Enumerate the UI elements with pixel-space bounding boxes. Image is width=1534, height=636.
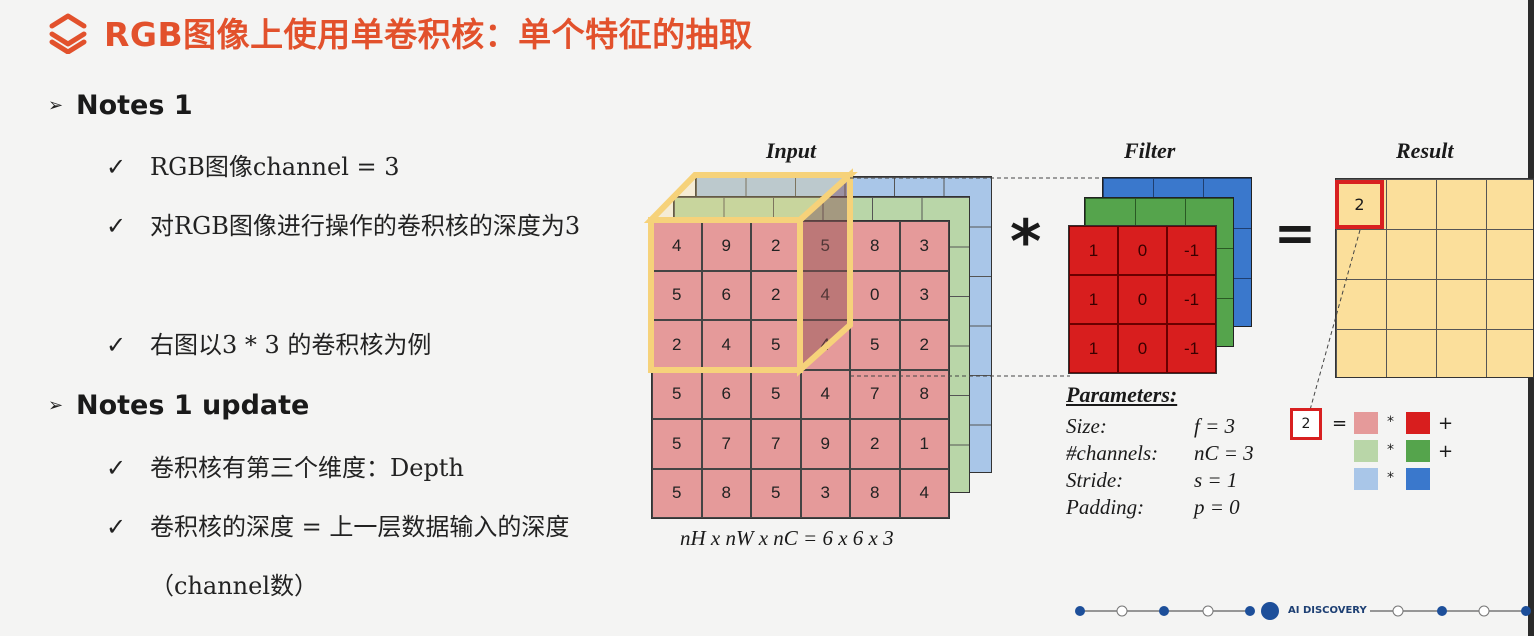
parameter-key: Padding: — [1066, 495, 1145, 519]
legend-star: * — [1387, 470, 1394, 486]
input-cell: 5 — [751, 468, 801, 518]
parameter-row: Padding: p = 0 — [1066, 495, 1254, 522]
parameter-value: p = 0 — [1194, 495, 1240, 519]
legend-plus: + — [1438, 441, 1454, 462]
parameter-key: Stride: — [1066, 468, 1124, 492]
note-item-text: 卷积核有第三个维度：Depth — [150, 454, 464, 482]
legend-red-input — [1354, 412, 1378, 434]
filter-cell: 1 — [1069, 275, 1118, 324]
note-heading-text: Notes 1 — [76, 90, 193, 121]
input-cell: 5 — [652, 468, 702, 518]
input-cell: 3 — [800, 468, 850, 518]
progress-dot — [1521, 606, 1531, 616]
progress-dot — [1478, 605, 1490, 617]
input-label: Input — [766, 138, 817, 163]
layers-logo-icon — [49, 13, 87, 54]
filter-label: Filter — [1124, 138, 1176, 163]
arrow-bullet-icon: ➢ — [48, 95, 64, 116]
note-item-text: RGB图像channel = 3 — [150, 153, 400, 181]
note-item: ✓ 卷积核的深度 = 上一层数据输入的深度（channel数） — [106, 498, 620, 616]
check-icon: ✓ — [106, 454, 127, 482]
brand-text: AI DISCOVERY — [1288, 605, 1367, 616]
legend-star: * — [1387, 442, 1394, 458]
input-cell: 7 — [701, 419, 751, 469]
filter-cell: -1 — [1167, 275, 1216, 324]
parameters-box: Parameters: Size: f = 3 #channels: nC = 3 … — [1066, 382, 1254, 522]
receptive-field-cube — [643, 168, 858, 377]
filter-red-channel: 1 0 -1 1 0 -1 1 0 -1 — [1068, 225, 1217, 374]
input-cell: 9 — [800, 419, 850, 469]
progress-dot — [1075, 606, 1085, 616]
note-item-text: 卷积核的深度 = 上一层数据输入的深度（channel数） — [150, 513, 570, 600]
legend-red-filter — [1406, 412, 1430, 434]
legend-star: * — [1387, 414, 1394, 430]
brand-logo-icon — [1261, 602, 1279, 620]
progress-dot — [1245, 606, 1255, 616]
note-item: ✓ 对RGB图像进行操作的卷积核的深度为3 — [106, 197, 620, 256]
convolution-operator: * — [1010, 207, 1042, 277]
note-item-text: 对RGB图像进行操作的卷积核的深度为3 — [150, 212, 581, 240]
result-first-value: 2 — [1354, 195, 1365, 214]
legend-plus: + — [1438, 413, 1454, 434]
note-item: ✓ RGB图像channel = 3 — [106, 138, 620, 197]
filter-cell: 1 — [1069, 226, 1118, 275]
legend-value: 2 — [1301, 416, 1311, 432]
note-heading: ➢ Notes 1 — [48, 90, 193, 121]
input-cell: 4 — [899, 468, 949, 518]
sum-legend: 2 = * + * + * — [1290, 408, 1490, 498]
legend-green-input — [1354, 440, 1378, 462]
progress-dot — [1202, 605, 1214, 617]
page-title: RGB图像上使用单卷积核：单个特征的抽取 — [104, 15, 753, 54]
legend-blue-input — [1354, 468, 1378, 490]
result-callout-line — [1309, 229, 1361, 411]
filter-cell: -1 — [1167, 226, 1216, 275]
parameter-value: nC = 3 — [1194, 441, 1254, 465]
parameter-value: s = 1 — [1194, 468, 1238, 492]
filter-cell: 0 — [1118, 275, 1167, 324]
input-cell: 5 — [652, 419, 702, 469]
check-icon: ✓ — [106, 513, 127, 541]
filter-cell: 1 — [1069, 324, 1118, 373]
parameter-value: f = 3 — [1194, 414, 1236, 438]
input-cell: 2 — [850, 419, 900, 469]
title-bar: RGB图像上使用单卷积核：单个特征的抽取 — [46, 8, 753, 56]
note-item-text: 右图以3 * 3 的卷积核为例 — [150, 331, 432, 359]
legend-blue-filter — [1406, 468, 1430, 490]
progress-dot — [1159, 606, 1169, 616]
progress-nav: AI DISCOVERY — [1070, 598, 1534, 626]
filter-cell: 0 — [1118, 226, 1167, 275]
filter-cell: 0 — [1118, 324, 1167, 373]
result-label: Result — [1396, 138, 1454, 163]
check-icon: ✓ — [106, 331, 127, 359]
input-cell: 8 — [701, 468, 751, 518]
parameter-key: Size: — [1066, 414, 1107, 438]
input-dimensions: nH x nW x nC = 6 x 6 x 3 — [680, 526, 894, 550]
note-heading-text: Notes 1 update — [76, 390, 310, 421]
parameter-row: Size: f = 3 — [1066, 414, 1254, 441]
legend-green-filter — [1406, 440, 1430, 462]
note-item: ✓ 卷积核有第三个维度：Depth — [106, 439, 620, 498]
legend-value-box: 2 — [1290, 408, 1322, 440]
progress-dot — [1392, 605, 1404, 617]
input-cell: 8 — [850, 468, 900, 518]
parameter-row: Stride: s = 1 — [1066, 468, 1254, 495]
note-item: ✓ 右图以3 * 3 的卷积核为例 — [106, 316, 620, 375]
check-icon: ✓ — [106, 153, 127, 181]
parameter-row: #channels: nC = 3 — [1066, 441, 1254, 468]
parameters-title: Parameters: — [1066, 382, 1178, 407]
input-cell: 7 — [751, 419, 801, 469]
arrow-bullet-icon: ➢ — [48, 395, 64, 416]
result-first-cell: 2 — [1335, 180, 1384, 229]
progress-dot — [1116, 605, 1128, 617]
input-cell: 1 — [899, 419, 949, 469]
legend-equals: = — [1332, 413, 1348, 434]
note-heading: ➢ Notes 1 update — [48, 390, 309, 421]
filter-cell: -1 — [1167, 324, 1216, 373]
parameter-key: #channels: — [1066, 441, 1159, 465]
check-icon: ✓ — [106, 212, 127, 240]
progress-dot — [1437, 606, 1447, 616]
